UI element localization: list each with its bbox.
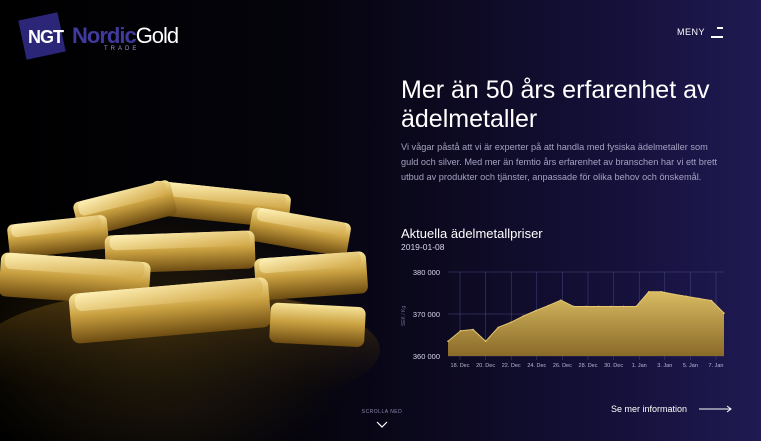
logo-subtitle: TRADE [104,46,140,52]
chart-data-point [673,293,675,296]
chart-x-tick-label: 1. Jan [632,363,647,369]
scroll-down-button[interactable]: SCROLLA NED [358,409,406,434]
menu-label: MENY [676,27,705,37]
chart-data-point [459,330,462,332]
hero-title: Mer än 50 års erfarenhet av ädelmetaller [401,76,710,133]
prices-title: Aktuella ädelmetallpriser [401,226,543,241]
menu-button[interactable]: MENY [677,26,723,38]
price-chart[interactable]: SEK / Kg 360 000 370 000 380 000 18. Dec 20.… [390,258,740,373]
chart-data-point [610,305,612,308]
chart-y-axis-label: SEK / Kg [401,306,407,327]
scroll-down-label: SCROLLA NED [361,409,403,415]
chart-data-point [685,295,688,298]
logo-name-part2: Gold [135,23,179,48]
chart-data-point [710,299,713,302]
chart-data-point [597,305,600,308]
chart-data-point [585,305,587,308]
chart-data-point [447,340,449,343]
chart-data-point [509,321,512,324]
chart-x-tick-label: 20. Dec [476,363,495,369]
chart-x-tick-label: 5. Jan [683,363,698,369]
chart-data-point [572,305,575,308]
prices-date: 2019-01-08 [401,242,445,252]
chart-y-tick-label: 380 000 [413,268,440,277]
logo-name-part1: Nordic [72,23,137,48]
logo-initials: NGT [28,27,64,47]
chart-data-point [635,305,637,308]
see-more-label: Se mer information [611,404,688,414]
chart-x-tick-label: 26. Dec [553,363,572,369]
chart-area-series [448,291,724,356]
chart-data-point [560,299,562,301]
brand-logo[interactable]: NGT NordicGold TRADE [18,12,198,62]
chart-data-point [522,315,525,317]
chart-x-tick-label: 28. Dec [579,363,598,369]
chart-y-tick-label: 370 000 [413,310,440,319]
gold-bars-image [0,180,380,410]
chart-data-point [484,340,487,343]
chevron-down-icon [376,421,388,428]
chart-x-tick-label: 3. Jan [657,363,672,369]
chart-x-tick-label: 22. Dec [502,363,521,369]
chart-x-tick-label: 18. Dec [451,363,470,369]
chart-x-tick-label: 30. Dec [604,363,623,369]
chart-data-point [535,309,537,312]
chart-data-point [660,290,663,293]
hero-text: Vi vågar påstå att vi är experter på att… [401,142,718,182]
chart-data-point [497,326,499,329]
chart-data-point [472,328,474,331]
long-arrow-right-icon [699,405,732,413]
chart-x-tick-label: 24. Dec [527,363,546,369]
see-more-link[interactable]: Se mer information [611,404,733,414]
chart-data-point [547,304,550,307]
chart-data-point [698,297,700,300]
hamburger-icon [711,26,723,38]
chart-data-point [647,290,650,293]
chart-data-point [723,312,725,314]
chart-data-point [622,305,625,308]
chart-x-tick-label: 7. Jan [709,363,724,369]
chart-y-tick-label: 360 000 [413,352,440,361]
